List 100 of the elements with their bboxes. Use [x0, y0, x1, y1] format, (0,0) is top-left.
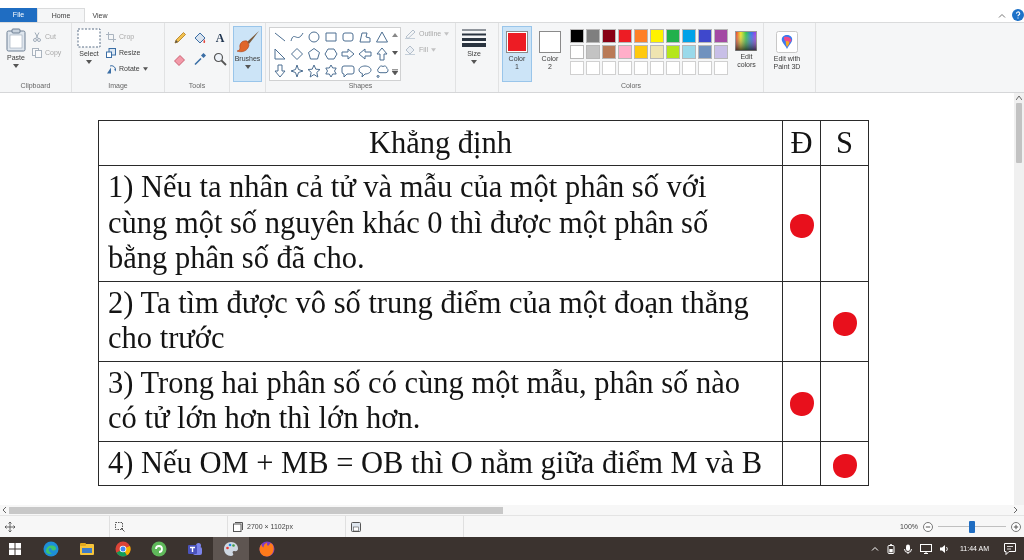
taskbar-button[interactable] [213, 537, 249, 560]
scrollbar-thumb[interactable] [1016, 103, 1022, 163]
table-cell: 4) Nếu OM + MB = OB thì O nằm giữa điểm M và B [98, 441, 783, 486]
swatch-icon[interactable] [585, 29, 600, 43]
swatch-icon[interactable] [649, 45, 664, 59]
notification-icon[interactable] [1004, 542, 1016, 555]
swatch-icon[interactable] [601, 45, 616, 59]
column-header: Khẳng định [98, 120, 783, 166]
magnifier-icon[interactable] [213, 52, 227, 66]
clipboard-icon [6, 28, 26, 52]
swatch-icon[interactable] [585, 45, 600, 59]
microphone-icon[interactable] [902, 543, 913, 554]
five-point-star-icon[interactable] [307, 64, 321, 78]
zoom-out-icon[interactable] [923, 521, 933, 532]
right-triangle-icon[interactable] [273, 47, 287, 61]
right-arrow-icon[interactable] [341, 47, 355, 61]
swatch-icon[interactable] [569, 45, 584, 59]
move-arrows-icon [5, 521, 15, 532]
down-arrow-icon[interactable] [273, 64, 287, 78]
rectangle-icon[interactable] [324, 30, 338, 44]
rounded-callout-icon[interactable] [341, 64, 355, 78]
scrollbar-thumb[interactable] [9, 506, 503, 514]
caret-icon [430, 47, 436, 52]
six-point-star-icon[interactable] [324, 64, 338, 78]
start-icon[interactable] [9, 542, 21, 555]
scroll-down-icon[interactable] [392, 51, 398, 55]
answer-mark-icon [831, 452, 858, 479]
table-cell: 2) Ta tìm được vô số trung điểm của một đoạn thẳng cho trước [98, 281, 783, 361]
swatch-icon[interactable] [697, 29, 712, 43]
spectrum-icon [735, 31, 758, 51]
image-size-icon [233, 521, 243, 532]
help-icon[interactable] [1012, 9, 1024, 21]
chat-icon [151, 540, 167, 557]
zoom-in-icon[interactable] [1011, 521, 1021, 532]
zoom-slider[interactable] [938, 520, 1006, 533]
swatch-icon[interactable] [617, 29, 632, 43]
slider-thumb[interactable] [969, 520, 975, 533]
text-tool-button[interactable]: A [213, 31, 227, 45]
team-chat-icon [187, 540, 203, 557]
triangle-icon[interactable] [375, 30, 389, 44]
battery-icon[interactable] [885, 543, 896, 554]
oval-callout-icon[interactable] [358, 64, 372, 78]
color-picker-icon[interactable] [193, 52, 207, 66]
swatch-icon[interactable] [681, 45, 696, 59]
monitor-icon[interactable] [919, 543, 932, 554]
crop-icon [106, 31, 116, 42]
palette-icon [223, 540, 239, 557]
swatch-icon[interactable] [713, 45, 728, 59]
scroll-up-icon[interactable] [392, 33, 398, 37]
speaker-icon[interactable] [938, 543, 949, 554]
selection-rectangle-icon [77, 28, 101, 48]
column-header: Đ [782, 120, 821, 166]
line-icon[interactable] [273, 30, 287, 44]
swatch-icon[interactable] [569, 29, 584, 43]
collapse-ribbon-icon[interactable] [998, 12, 1006, 18]
caret-icon [86, 60, 92, 64]
four-point-star-icon[interactable] [290, 64, 304, 78]
curve-icon[interactable] [290, 30, 304, 44]
bucket-icon [404, 44, 416, 55]
swatch-icon[interactable] [713, 29, 728, 43]
swatch-icon[interactable] [697, 45, 712, 59]
pen-icon [404, 28, 416, 39]
table-cell: 1) Nếu ta nhân cả tử và mẫu của một phân số với cùng một số nguyên khác 0 thì được một phân số bằng phân số đã cho. [98, 165, 783, 281]
fill-bucket-icon[interactable] [193, 31, 207, 45]
up-arrow-icon[interactable] [375, 47, 389, 61]
color-drop-icon [776, 31, 798, 53]
column-header: S [820, 120, 869, 166]
eraser-icon[interactable] [173, 52, 187, 66]
expand-gallery-icon[interactable] [392, 69, 398, 75]
answer-mark-icon [788, 390, 815, 417]
rotate-icon [106, 63, 116, 74]
swatch-icon[interactable] [681, 29, 696, 43]
answer-mark-icon [788, 212, 815, 239]
swatch-icon[interactable] [665, 29, 680, 43]
pentagon-icon[interactable] [307, 47, 321, 61]
scroll-up-icon[interactable] [1016, 96, 1022, 100]
swatch-icon[interactable] [633, 29, 648, 43]
answer-mark-icon [831, 310, 858, 337]
polygon-icon[interactable] [358, 30, 372, 44]
pencil-icon[interactable] [173, 31, 187, 45]
swatch-icon[interactable] [649, 29, 664, 43]
swatch-icon[interactable] [633, 45, 648, 59]
folder-icon [79, 540, 95, 557]
cloud-callout-icon[interactable] [375, 64, 389, 78]
table-cell: 3) Trong hai phân số có cùng một mẫu, phân số nào có tử lớn hơn thì lớn hơn. [98, 361, 783, 441]
copy-icon [32, 47, 42, 58]
swatch-icon[interactable] [617, 45, 632, 59]
scroll-left-icon[interactable] [2, 507, 6, 513]
caret-icon [13, 64, 19, 68]
scroll-right-icon[interactable] [1014, 507, 1018, 513]
horizontal-scrollbar[interactable] [0, 505, 1024, 515]
left-arrow-icon[interactable] [358, 47, 372, 61]
line-thickness-icon [461, 28, 487, 48]
swatch-icon[interactable] [665, 45, 680, 59]
resize-icon [106, 47, 116, 58]
brush-icon [235, 29, 260, 53]
swatch-icon[interactable] [601, 29, 616, 43]
chevron-up-icon[interactable] [870, 546, 879, 551]
hexagon-icon[interactable] [324, 47, 338, 61]
vertical-scrollbar[interactable] [1014, 93, 1024, 505]
